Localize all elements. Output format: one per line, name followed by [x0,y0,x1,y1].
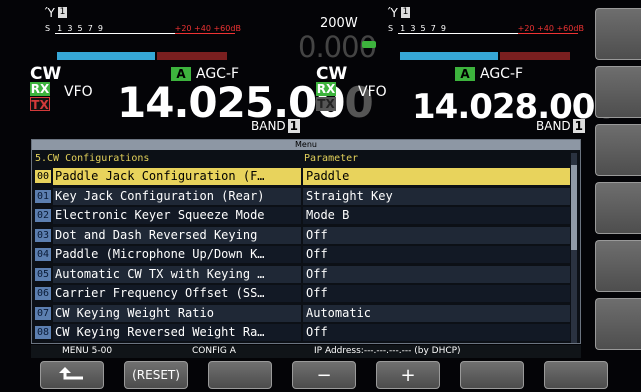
band-indicator: BAND 1 [251,119,301,133]
s-meter-scale: S 1 3 5 7 9 +20 +40 +60dB [388,24,584,34]
menu-row-name: CW Keying Reversed Weight Ra… [53,324,301,341]
config-label: CONFIG A [192,346,236,356]
menu-title: Menu [32,140,580,150]
menu-scrollbar[interactable] [571,153,577,343]
menu-row-number: 07 [35,306,51,320]
menu-row-number: 04 [35,248,51,261]
function-key-3[interactable] [208,361,272,389]
menu-row-name: Paddle (Microphone Up/Down K… [53,246,301,263]
menu-window: Menu 5.CW Configurations Parameter 00 Pad… [31,139,581,344]
s-meter-bar [57,52,155,60]
function-key-7[interactable] [544,361,608,389]
side-key-2[interactable] [595,66,641,118]
menu-row-name: CW Keying Weight Ratio [53,304,301,322]
power-label: 200W [320,16,358,31]
menu-row-value[interactable]: Off [303,324,570,341]
band-indicator: BAND 1 [536,119,586,133]
ip-address: IP Address:---.---.---.--- (by DHCP) [314,346,461,356]
menu-row[interactable]: 04 Paddle (Microphone Up/Down K… Off [35,246,570,263]
menu-row[interactable]: 02 Electronic Keyer Squeeze Mode Mode B [35,207,570,224]
menu-row-name: Dot and Dash Reversed Keying [53,226,301,244]
side-key-3[interactable] [595,124,641,176]
menu-row[interactable]: 07 CW Keying Weight Ratio Automatic [35,304,570,322]
menu-row-number: 00 [35,170,51,183]
antenna-number: 1 [58,7,67,18]
menu-row-number: 05 [35,267,51,281]
menu-row-name: Electronic Keyer Squeeze Mode [53,207,301,224]
s-meter-scale: S 1 3 5 7 9 +20 +40 +60dB [45,24,241,34]
menu-row-value[interactable]: Off [303,265,570,283]
menu-row-number: 02 [35,209,51,222]
menu-row[interactable]: 05 Automatic CW TX with Keying … Off [35,265,570,283]
rx-indicator: RX [316,82,336,96]
rx-indicator: RX [30,82,50,96]
menu-row-value[interactable]: Automatic [303,304,570,322]
menu-group-header: 5.CW Configurations [35,153,150,164]
menu-position: MENU 5-00 [62,346,113,356]
transceiver-screen: Ύ 1 S 1 3 5 7 9 +20 +40 +60dB CW A AGC-F … [0,0,641,392]
menu-row-value[interactable]: Mode B [303,207,570,224]
menu-row-value[interactable]: Paddle [303,168,570,185]
parameter-header: Parameter [304,153,359,164]
menu-row[interactable]: 08 CW Keying Reversed Weight Ra… Off [35,324,570,341]
antenna-number: 1 [401,7,410,18]
side-key-6[interactable] [595,298,641,350]
antenna-icon: Ύ [388,6,398,20]
function-key-6[interactable] [460,361,524,389]
s-meter-bar [400,52,498,60]
power-bar-icon [362,41,376,48]
menu-row-number: 06 [35,287,51,300]
menu-row-name: Key Jack Configuration (Rear) [53,187,301,205]
return-arrow-icon [59,367,83,380]
reset-button[interactable]: (RESET) [124,361,188,389]
back-button[interactable] [40,361,104,389]
menu-row[interactable]: 00 Paddle Jack Configuration (F… Paddle [35,168,570,185]
menu-row-number: 03 [35,228,51,242]
menu-row-value[interactable]: Straight Key [303,187,570,205]
mode-label: CW [316,64,348,84]
menu-row[interactable]: 06 Carrier Frequency Offset (SS… Off [35,285,570,302]
menu-row-value[interactable]: Off [303,226,570,244]
side-key-1[interactable] [595,8,641,60]
minus-button[interactable]: − [292,361,356,389]
s-meter-over-bar [500,52,570,60]
agc-badge: A [455,67,475,81]
menu-row-name: Carrier Frequency Offset (SS… [53,285,301,302]
menu-row-value[interactable]: Off [303,246,570,263]
menu-row-name: Paddle Jack Configuration (F… [53,168,301,185]
menu-row-value[interactable]: Off [303,285,570,302]
s-meter-over-bar [157,52,227,60]
vfo-label: VFO [64,84,93,100]
status-bar: MENU 5-00 CONFIG A IP Address:---.---.--… [31,345,581,358]
menu-row-number: 08 [35,326,51,339]
vfo-b-frequency: 14.028.000 [412,87,618,127]
menu-row[interactable]: 03 Dot and Dash Reversed Keying Off [35,226,570,244]
agc-label: AGC-F [480,66,524,82]
side-key-5[interactable] [595,240,641,292]
antenna-icon: Ύ [45,6,55,20]
menu-row-number: 01 [35,189,51,203]
mode-label: CW [30,64,62,84]
vfo-label: VFO [358,84,387,100]
menu-row[interactable]: 01 Key Jack Configuration (Rear) Straight … [35,187,570,205]
menu-row-name: Automatic CW TX with Keying … [53,265,301,283]
scrollbar-thumb[interactable] [571,165,577,250]
side-key-4[interactable] [595,182,641,234]
tx-indicator: TX [316,97,336,111]
plus-button[interactable]: + [376,361,440,389]
tx-indicator: TX [30,97,50,112]
